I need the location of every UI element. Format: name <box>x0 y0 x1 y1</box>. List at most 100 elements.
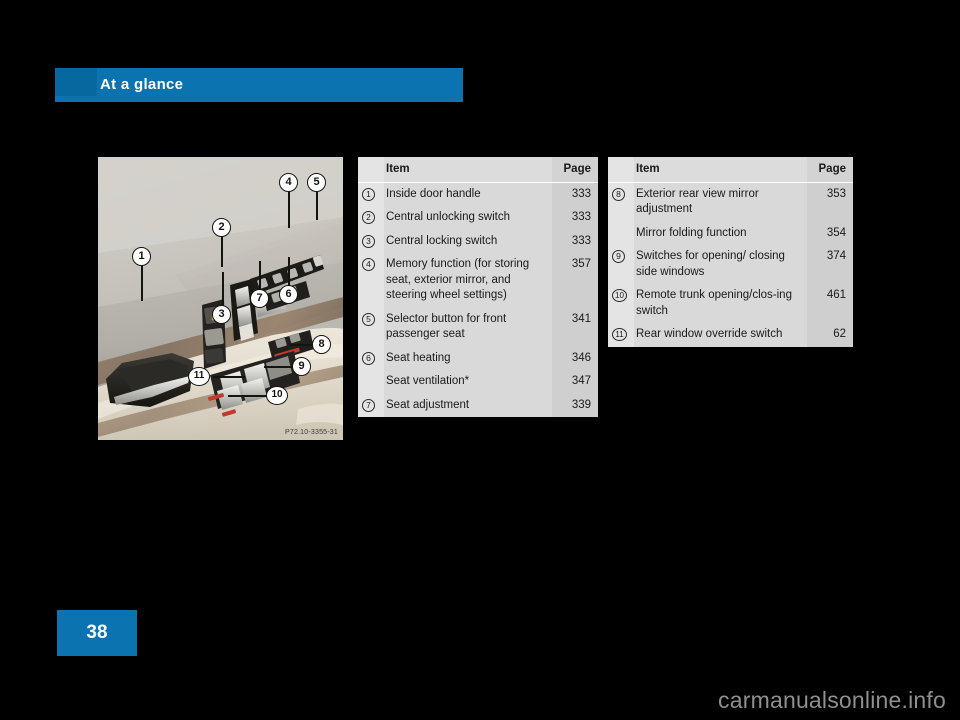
table-row: 6 Seat heating 346 <box>358 346 598 370</box>
figure-callout-9: 9 <box>292 357 311 376</box>
figure-callout-11: 11 <box>188 367 210 386</box>
figure-callout-2: 2 <box>212 218 231 237</box>
table-row: 4 Memory function (for storing seat, ext… <box>358 253 598 308</box>
table-left: Item Page 1 Inside door handle 333 2 Cen… <box>358 157 598 417</box>
row-number-cell: 7 <box>358 393 384 417</box>
item-page-table-left: Item Page 1 Inside door handle 333 2 Cen… <box>358 157 598 417</box>
table-row: 2 Central unlocking switch 333 <box>358 206 598 230</box>
row-page-cell: 62 <box>807 323 853 347</box>
table-header-row: Item Page <box>608 157 853 183</box>
leader-line-2 <box>221 237 223 267</box>
door-panel-figure: 🔓 <box>98 157 343 440</box>
header-item: Item <box>384 157 552 183</box>
table-row: 7 Seat adjustment 339 <box>358 393 598 417</box>
callout-badge: 9 <box>612 250 625 263</box>
table-row: 9 Switches for opening/ closing side win… <box>608 245 853 284</box>
figure-callout-1: 1 <box>132 247 151 266</box>
row-page-cell: 357 <box>552 253 598 308</box>
figure-callout-4: 4 <box>279 173 298 192</box>
row-item-cell: Switches for opening/ closing side windo… <box>634 245 807 284</box>
row-number-cell: 3 <box>358 229 384 253</box>
header-gutter <box>358 157 384 183</box>
figure-callout-6: 6 <box>279 285 298 304</box>
table-right-body: 8 Exterior rear view mirror adjustment 3… <box>608 182 853 347</box>
leader-line-5 <box>316 192 318 220</box>
page-number-badge: 38 <box>57 610 137 656</box>
page-title: At a glance <box>100 76 184 93</box>
leader-line-10 <box>228 395 268 397</box>
header-gutter <box>608 157 634 183</box>
leader-line-8 <box>290 344 314 346</box>
row-item-cell: Seat heating <box>384 346 552 370</box>
row-number-cell <box>358 370 384 394</box>
table-row: 8 Exterior rear view mirror adjustment 3… <box>608 182 853 222</box>
table-row: Mirror folding function 354 <box>608 221 853 245</box>
row-item-cell: Exterior rear view mirror adjustment <box>634 182 807 222</box>
row-page-cell: 354 <box>807 221 853 245</box>
row-number-cell: 4 <box>358 253 384 308</box>
callout-badge: 1 <box>362 187 375 201</box>
row-item-cell: Central unlocking switch <box>384 206 552 230</box>
row-page-cell: 333 <box>552 229 598 253</box>
row-page-cell: 341 <box>552 307 598 347</box>
row-page-cell: 333 <box>552 206 598 230</box>
callout-badge: 4 <box>362 258 375 271</box>
row-number-cell: 2 <box>358 206 384 230</box>
row-number-cell: 10 <box>608 284 634 323</box>
figure-callout-5: 5 <box>307 173 326 192</box>
table-row: Seat ventilation* 347 <box>358 370 598 394</box>
row-item-cell: Inside door handle <box>384 182 552 206</box>
row-item-cell: Remote trunk opening/clos-ing switch <box>634 284 807 323</box>
table-row: 10 Remote trunk opening/clos-ing switch … <box>608 284 853 323</box>
leader-line-9 <box>264 366 294 368</box>
row-item-cell: Memory function (for storing seat, exter… <box>384 253 552 308</box>
row-page-cell: 347 <box>552 370 598 394</box>
row-item-cell: Seat adjustment <box>384 393 552 417</box>
callout-badge: 6 <box>362 351 375 365</box>
header-page: Page <box>807 157 853 183</box>
row-item-cell: Rear window override switch <box>634 323 807 347</box>
row-number-cell: 5 <box>358 307 384 347</box>
table-row: 11 Rear window override switch 62 <box>608 323 853 347</box>
figure-callout-8: 8 <box>312 335 331 354</box>
row-page-cell: 461 <box>807 284 853 323</box>
row-page-cell: 353 <box>807 182 853 222</box>
row-number-cell: 8 <box>608 182 634 222</box>
leader-line-6 <box>288 257 290 287</box>
row-page-cell: 374 <box>807 245 853 284</box>
callout-badge: 7 <box>362 398 375 412</box>
table-header-row: Item Page <box>358 157 598 183</box>
callout-badge: 2 <box>362 211 375 224</box>
figure-callout-3: 3 <box>212 305 231 324</box>
row-item-cell: Selector button for front passenger seat <box>384 307 552 347</box>
callout-badge: 10 <box>612 289 627 302</box>
header-item: Item <box>634 157 807 183</box>
figure-callout-10: 10 <box>266 386 288 405</box>
leader-line-1 <box>141 265 143 301</box>
figure-callout-7: 7 <box>250 289 269 308</box>
item-page-table-right: Item Page 8 Exterior rear view mirror ad… <box>608 157 853 347</box>
row-page-cell: 339 <box>552 393 598 417</box>
row-number-cell <box>608 221 634 245</box>
table-left-body: 1 Inside door handle 333 2 Central unloc… <box>358 182 598 417</box>
leader-line-4 <box>288 192 290 228</box>
row-number-cell: 1 <box>358 182 384 206</box>
row-number-cell: 9 <box>608 245 634 284</box>
table-right: Item Page 8 Exterior rear view mirror ad… <box>608 157 853 347</box>
callout-badge: 3 <box>362 234 375 248</box>
table-row: 5 Selector button for front passenger se… <box>358 307 598 347</box>
door-panel-illustration: 🔓 <box>98 157 343 440</box>
row-number-cell: 6 <box>358 346 384 370</box>
callout-badge: 11 <box>612 328 627 341</box>
figure-reference-code: P72.10-3355-31 <box>284 429 338 436</box>
row-page-cell: 346 <box>552 346 598 370</box>
row-item-cell: Central locking switch <box>384 229 552 253</box>
row-item-cell: Mirror folding function <box>634 221 807 245</box>
leader-line-7 <box>259 261 261 291</box>
section-header-banner: At a glance <box>55 68 463 102</box>
header-tab-accent <box>55 68 97 96</box>
leader-line-11 <box>213 376 245 378</box>
table-row: 3 Central locking switch 333 <box>358 229 598 253</box>
row-item-cell: Seat ventilation* <box>384 370 552 394</box>
row-number-cell: 11 <box>608 323 634 347</box>
